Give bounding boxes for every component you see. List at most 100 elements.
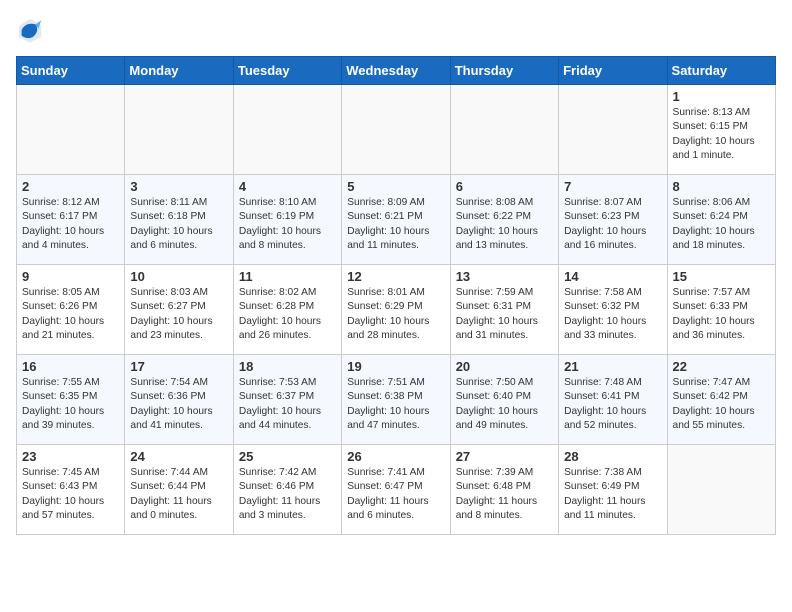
day-info: Sunrise: 8:03 AM Sunset: 6:27 PM Dayligh… xyxy=(130,286,227,343)
calendar-cell: 21 Sunrise: 7:48 AM Sunset: 6:41 PM Dayli… xyxy=(559,355,667,445)
day-of-week-header: Tuesday xyxy=(233,57,341,85)
day-info: Sunrise: 7:54 AM Sunset: 6:36 PM Dayligh… xyxy=(130,376,227,433)
day-number: 19 xyxy=(347,359,444,374)
day-number: 4 xyxy=(239,179,336,194)
calendar-cell: 20 Sunrise: 7:50 AM Sunset: 6:40 PM Dayli… xyxy=(450,355,558,445)
calendar-cell: 19 Sunrise: 7:51 AM Sunset: 6:38 PM Dayli… xyxy=(342,355,450,445)
calendar-cell: 6 Sunrise: 8:08 AM Sunset: 6:22 PM Daylig… xyxy=(450,175,558,265)
calendar-cell xyxy=(450,85,558,175)
calendar-cell xyxy=(233,85,341,175)
calendar-header-row: SundayMondayTuesdayWednesdayThursdayFrid… xyxy=(17,57,776,85)
calendar-cell xyxy=(342,85,450,175)
day-of-week-header: Sunday xyxy=(17,57,125,85)
page-header xyxy=(16,16,776,44)
day-number: 26 xyxy=(347,449,444,464)
day-info: Sunrise: 8:12 AM Sunset: 6:17 PM Dayligh… xyxy=(22,196,119,253)
day-of-week-header: Thursday xyxy=(450,57,558,85)
day-number: 10 xyxy=(130,269,227,284)
day-number: 9 xyxy=(22,269,119,284)
calendar-cell: 4 Sunrise: 8:10 AM Sunset: 6:19 PM Daylig… xyxy=(233,175,341,265)
calendar-cell: 26 Sunrise: 7:41 AM Sunset: 6:47 PM Dayli… xyxy=(342,445,450,535)
calendar-cell: 28 Sunrise: 7:38 AM Sunset: 6:49 PM Dayli… xyxy=(559,445,667,535)
day-of-week-header: Saturday xyxy=(667,57,775,85)
calendar-cell: 10 Sunrise: 8:03 AM Sunset: 6:27 PM Dayli… xyxy=(125,265,233,355)
day-info: Sunrise: 7:45 AM Sunset: 6:43 PM Dayligh… xyxy=(22,466,119,523)
day-number: 25 xyxy=(239,449,336,464)
day-number: 6 xyxy=(456,179,553,194)
day-info: Sunrise: 8:01 AM Sunset: 6:29 PM Dayligh… xyxy=(347,286,444,343)
day-info: Sunrise: 7:55 AM Sunset: 6:35 PM Dayligh… xyxy=(22,376,119,433)
calendar-cell xyxy=(17,85,125,175)
calendar-week-row: 1 Sunrise: 8:13 AM Sunset: 6:15 PM Daylig… xyxy=(17,85,776,175)
day-number: 7 xyxy=(564,179,661,194)
day-number: 11 xyxy=(239,269,336,284)
calendar-table: SundayMondayTuesdayWednesdayThursdayFrid… xyxy=(16,56,776,535)
day-number: 24 xyxy=(130,449,227,464)
calendar-cell xyxy=(125,85,233,175)
calendar-cell: 18 Sunrise: 7:53 AM Sunset: 6:37 PM Dayli… xyxy=(233,355,341,445)
calendar-cell xyxy=(559,85,667,175)
day-number: 13 xyxy=(456,269,553,284)
day-number: 8 xyxy=(673,179,770,194)
day-number: 22 xyxy=(673,359,770,374)
day-info: Sunrise: 7:50 AM Sunset: 6:40 PM Dayligh… xyxy=(456,376,553,433)
day-number: 17 xyxy=(130,359,227,374)
day-info: Sunrise: 8:02 AM Sunset: 6:28 PM Dayligh… xyxy=(239,286,336,343)
day-number: 23 xyxy=(22,449,119,464)
day-number: 21 xyxy=(564,359,661,374)
day-info: Sunrise: 8:06 AM Sunset: 6:24 PM Dayligh… xyxy=(673,196,770,253)
day-info: Sunrise: 8:11 AM Sunset: 6:18 PM Dayligh… xyxy=(130,196,227,253)
day-number: 3 xyxy=(130,179,227,194)
day-info: Sunrise: 8:08 AM Sunset: 6:22 PM Dayligh… xyxy=(456,196,553,253)
day-number: 20 xyxy=(456,359,553,374)
logo xyxy=(16,16,48,44)
calendar-cell: 3 Sunrise: 8:11 AM Sunset: 6:18 PM Daylig… xyxy=(125,175,233,265)
calendar-cell: 2 Sunrise: 8:12 AM Sunset: 6:17 PM Daylig… xyxy=(17,175,125,265)
day-info: Sunrise: 8:09 AM Sunset: 6:21 PM Dayligh… xyxy=(347,196,444,253)
calendar-cell: 17 Sunrise: 7:54 AM Sunset: 6:36 PM Dayli… xyxy=(125,355,233,445)
day-info: Sunrise: 7:47 AM Sunset: 6:42 PM Dayligh… xyxy=(673,376,770,433)
day-info: Sunrise: 7:41 AM Sunset: 6:47 PM Dayligh… xyxy=(347,466,444,523)
calendar-cell: 9 Sunrise: 8:05 AM Sunset: 6:26 PM Daylig… xyxy=(17,265,125,355)
day-number: 18 xyxy=(239,359,336,374)
day-info: Sunrise: 7:38 AM Sunset: 6:49 PM Dayligh… xyxy=(564,466,661,523)
calendar-cell: 14 Sunrise: 7:58 AM Sunset: 6:32 PM Dayli… xyxy=(559,265,667,355)
day-info: Sunrise: 7:58 AM Sunset: 6:32 PM Dayligh… xyxy=(564,286,661,343)
day-number: 12 xyxy=(347,269,444,284)
day-info: Sunrise: 7:42 AM Sunset: 6:46 PM Dayligh… xyxy=(239,466,336,523)
calendar-cell: 27 Sunrise: 7:39 AM Sunset: 6:48 PM Dayli… xyxy=(450,445,558,535)
day-number: 1 xyxy=(673,89,770,104)
calendar-cell: 12 Sunrise: 8:01 AM Sunset: 6:29 PM Dayli… xyxy=(342,265,450,355)
day-of-week-header: Wednesday xyxy=(342,57,450,85)
day-number: 15 xyxy=(673,269,770,284)
day-number: 14 xyxy=(564,269,661,284)
calendar-cell: 25 Sunrise: 7:42 AM Sunset: 6:46 PM Dayli… xyxy=(233,445,341,535)
day-number: 2 xyxy=(22,179,119,194)
day-info: Sunrise: 8:07 AM Sunset: 6:23 PM Dayligh… xyxy=(564,196,661,253)
calendar-cell: 8 Sunrise: 8:06 AM Sunset: 6:24 PM Daylig… xyxy=(667,175,775,265)
day-number: 28 xyxy=(564,449,661,464)
day-info: Sunrise: 8:13 AM Sunset: 6:15 PM Dayligh… xyxy=(673,106,770,163)
day-info: Sunrise: 8:05 AM Sunset: 6:26 PM Dayligh… xyxy=(22,286,119,343)
day-info: Sunrise: 8:10 AM Sunset: 6:19 PM Dayligh… xyxy=(239,196,336,253)
day-info: Sunrise: 7:39 AM Sunset: 6:48 PM Dayligh… xyxy=(456,466,553,523)
day-info: Sunrise: 7:44 AM Sunset: 6:44 PM Dayligh… xyxy=(130,466,227,523)
day-of-week-header: Friday xyxy=(559,57,667,85)
calendar-cell: 23 Sunrise: 7:45 AM Sunset: 6:43 PM Dayli… xyxy=(17,445,125,535)
logo-icon xyxy=(16,16,44,44)
calendar-cell: 16 Sunrise: 7:55 AM Sunset: 6:35 PM Dayli… xyxy=(17,355,125,445)
day-info: Sunrise: 7:53 AM Sunset: 6:37 PM Dayligh… xyxy=(239,376,336,433)
calendar-cell: 13 Sunrise: 7:59 AM Sunset: 6:31 PM Dayli… xyxy=(450,265,558,355)
day-number: 27 xyxy=(456,449,553,464)
calendar-cell: 5 Sunrise: 8:09 AM Sunset: 6:21 PM Daylig… xyxy=(342,175,450,265)
day-info: Sunrise: 7:51 AM Sunset: 6:38 PM Dayligh… xyxy=(347,376,444,433)
day-number: 16 xyxy=(22,359,119,374)
day-of-week-header: Monday xyxy=(125,57,233,85)
calendar-cell: 7 Sunrise: 8:07 AM Sunset: 6:23 PM Daylig… xyxy=(559,175,667,265)
calendar-week-row: 9 Sunrise: 8:05 AM Sunset: 6:26 PM Daylig… xyxy=(17,265,776,355)
day-info: Sunrise: 7:59 AM Sunset: 6:31 PM Dayligh… xyxy=(456,286,553,343)
calendar-cell: 1 Sunrise: 8:13 AM Sunset: 6:15 PM Daylig… xyxy=(667,85,775,175)
day-number: 5 xyxy=(347,179,444,194)
calendar-cell: 22 Sunrise: 7:47 AM Sunset: 6:42 PM Dayli… xyxy=(667,355,775,445)
day-info: Sunrise: 7:48 AM Sunset: 6:41 PM Dayligh… xyxy=(564,376,661,433)
